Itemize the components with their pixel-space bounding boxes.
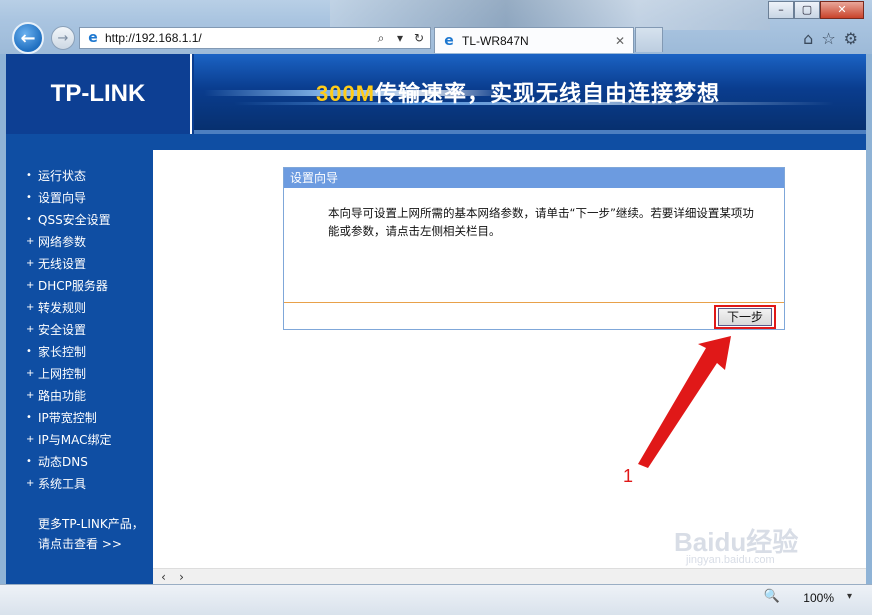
expand-plus-icon: + (26, 367, 35, 379)
wizard-description: 本向导可设置上网所需的基本网络参数，请单击“下一步”继续。若要详细设置某项功能或… (284, 188, 784, 303)
sidebar-item-label[interactable]: QSS安全设置 (38, 211, 111, 228)
favorites-star-icon[interactable]: ☆ (821, 29, 835, 48)
slogan-text: 传输速率，实现无线自由连接梦想 (375, 82, 721, 107)
sidebar-item[interactable]: + 安全设置 (6, 318, 153, 340)
expand-plus-icon: + (26, 301, 35, 313)
settings-gear-icon[interactable]: ⚙ (844, 29, 858, 48)
search-icon[interactable]: ⌕ (373, 31, 389, 46)
sidebar-menu: • 运行状态 • 设置向导 • QSS安全设置 + 网络参数 + 无线设置 + DHCP服务器 + 转发规… (6, 134, 153, 584)
minimize-button[interactable]: – (768, 1, 794, 19)
banner-art: 300M传输速率，实现无线自由连接梦想 (194, 54, 866, 130)
refresh-icon[interactable]: ↻ (411, 31, 427, 45)
sidebar-item-label[interactable]: DHCP服务器 (38, 277, 108, 294)
sidebar-item[interactable]: + 路由功能 (6, 384, 153, 406)
sidebar-item-label[interactable]: 上网控制 (38, 365, 86, 382)
sidebar-item-label[interactable]: 动态DNS (38, 453, 88, 470)
sidebar-item[interactable]: + 转发规则 (6, 296, 153, 318)
sidebar-item[interactable]: + DHCP服务器 (6, 274, 153, 296)
sidebar-item-label[interactable]: IP带宽控制 (38, 409, 97, 426)
sidebar-item[interactable]: + 网络参数 (6, 230, 153, 252)
tp-link-logo: TP-LINK (50, 80, 146, 107)
bullet-icon: • (26, 411, 32, 423)
expand-plus-icon: + (26, 389, 35, 401)
titlebar-background (330, 0, 770, 30)
forward-button[interactable]: → (51, 26, 75, 50)
sidebar-item[interactable]: + 上网控制 (6, 362, 153, 384)
sidebar-item-label[interactable]: 路由功能 (38, 387, 86, 404)
sidebar-item[interactable]: • IP带宽控制 (6, 406, 153, 428)
baidu-watermark-url: jingyan.baidu.com (686, 554, 775, 566)
wizard-title: 设置向导 (284, 168, 784, 188)
sidebar-item-label[interactable]: 安全设置 (38, 321, 86, 338)
sidebar-item[interactable]: + 系统工具 (6, 472, 153, 494)
annotation-number: 1 (623, 466, 634, 486)
expand-plus-icon: + (26, 257, 35, 269)
close-window-button[interactable]: ✕ (820, 1, 864, 19)
address-url[interactable]: http://192.168.1.1/ (105, 31, 373, 45)
wizard-footer: 下一步 (284, 303, 784, 329)
sidebar-item-label[interactable]: IP与MAC绑定 (38, 431, 112, 448)
sidebar-item[interactable]: • 动态DNS (6, 450, 153, 472)
horizontal-scrollbar[interactable]: ‹ › (153, 568, 866, 584)
zoom-icon[interactable]: 🔍 (764, 589, 780, 604)
more-products-line1[interactable]: 更多TP-LINK产品， (38, 514, 144, 534)
status-bar: 🔍 100% ▾ (0, 584, 872, 615)
bullet-icon: • (26, 345, 32, 357)
more-products-link[interactable]: 更多TP-LINK产品， 请点击查看 >> (38, 514, 144, 554)
sidebar-item-label[interactable]: 系统工具 (38, 475, 86, 492)
sidebar-item-label[interactable]: 无线设置 (38, 255, 86, 272)
expand-plus-icon: + (26, 323, 35, 335)
sidebar-item-label[interactable]: 转发规则 (38, 299, 86, 316)
setup-wizard-panel: 设置向导 本向导可设置上网所需的基本网络参数，请单击“下一步”继续。若要详细设置… (283, 167, 785, 330)
address-bar[interactable]: e http://192.168.1.1/ ⌕ ▾ ↻ (79, 27, 431, 49)
bullet-icon: • (26, 169, 32, 181)
scroll-right-icon[interactable]: › (173, 569, 190, 584)
sidebar-item-label[interactable]: 网络参数 (38, 233, 86, 250)
next-button-highlight: 下一步 (714, 305, 776, 329)
next-step-button[interactable]: 下一步 (718, 308, 772, 326)
slogan-highlight: 300M (316, 81, 376, 106)
main-content: 设置向导 本向导可设置上网所需的基本网络参数，请单击“下一步”继续。若要详细设置… (153, 150, 866, 572)
sidebar-item[interactable]: • 设置向导 (6, 186, 153, 208)
expand-plus-icon: + (26, 279, 35, 291)
sidebar-item[interactable]: • 家长控制 (6, 340, 153, 362)
forward-arrow-icon: → (57, 30, 69, 46)
tab-title: TL-WR847N (462, 33, 529, 48)
sidebar-list: • 运行状态 • 设置向导 • QSS安全设置 + 网络参数 + 无线设置 + DHCP服务器 + 转发规… (6, 164, 153, 494)
expand-plus-icon: + (26, 433, 35, 445)
sidebar-item-label[interactable]: 家长控制 (38, 343, 86, 360)
window-controls: – ▢ ✕ (768, 1, 864, 19)
home-icon[interactable]: ⌂ (803, 29, 813, 48)
maximize-button[interactable]: ▢ (794, 1, 820, 19)
more-products-line2[interactable]: 请点击查看 >> (38, 534, 144, 554)
content-top-strip (153, 134, 866, 150)
page-viewport: TP-LINK 300M传输速率，实现无线自由连接梦想 • 运行状态 • 设置向导 • Q… (6, 54, 866, 584)
back-button[interactable]: ← (12, 22, 44, 54)
expand-plus-icon: + (26, 235, 35, 247)
bullet-icon: • (26, 455, 32, 467)
dropdown-icon[interactable]: ▾ (392, 31, 408, 45)
ie-page-icon: e (88, 30, 98, 46)
expand-plus-icon: + (26, 477, 35, 489)
sidebar-item[interactable]: + 无线设置 (6, 252, 153, 274)
scroll-left-icon[interactable]: ‹ (155, 569, 172, 584)
logo-container: TP-LINK (6, 54, 192, 134)
bullet-icon: • (26, 213, 32, 225)
bullet-icon: • (26, 191, 32, 203)
sidebar-item[interactable]: • 运行状态 (6, 164, 153, 186)
browser-toolbar-right: ⌂ ☆ ⚙ (803, 29, 858, 48)
ie-tab-icon: e (444, 32, 454, 49)
back-arrow-icon: ← (20, 27, 36, 49)
zoom-dropdown-icon[interactable]: ▾ (847, 591, 852, 602)
browser-tab[interactable]: e TL-WR847N ✕ (434, 27, 634, 53)
new-tab-button[interactable] (635, 27, 663, 52)
sidebar-item-label[interactable]: 设置向导 (38, 189, 86, 206)
banner-slogan: 300M传输速率，实现无线自由连接梦想 (316, 76, 720, 108)
sidebar-item[interactable]: • QSS安全设置 (6, 208, 153, 230)
close-tab-icon[interactable]: ✕ (613, 34, 627, 48)
router-banner: TP-LINK 300M传输速率，实现无线自由连接梦想 (6, 54, 866, 134)
sidebar-item-label[interactable]: 运行状态 (38, 167, 86, 184)
sidebar-item[interactable]: + IP与MAC绑定 (6, 428, 153, 450)
zoom-level[interactable]: 100% (803, 591, 834, 605)
